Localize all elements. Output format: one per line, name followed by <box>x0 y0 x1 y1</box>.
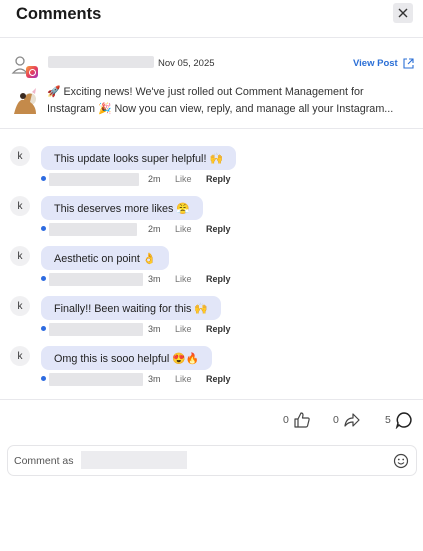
reply-link[interactable]: Reply <box>206 174 231 184</box>
post-author-redacted <box>48 56 154 68</box>
avatar[interactable]: k <box>10 296 30 316</box>
comment-item: k Finally!! Been waiting for this 🙌 3m L… <box>0 296 423 346</box>
avatar[interactable]: k <box>10 346 30 366</box>
post-text-line: Instagram 🎉 Now you can view, reply, and… <box>47 103 394 115</box>
commenter-redacted <box>49 223 137 236</box>
comment-as-label: Comment as <box>14 455 74 467</box>
comments-divider <box>0 399 423 400</box>
post-thumbnail <box>10 86 42 116</box>
post-stats: 0 0 5 <box>0 411 423 433</box>
unread-dot <box>41 276 46 281</box>
comment-bubble: This deserves more likes 😤 <box>41 196 203 220</box>
comments-count: 5 <box>385 414 391 426</box>
close-button[interactable] <box>393 3 413 23</box>
reply-link[interactable]: Reply <box>206 224 231 234</box>
post-summary: Nov 05, 2025 View Post 🚀 Exciting news! … <box>0 46 423 126</box>
comment-item: k This update looks super helpful! 🙌 2m … <box>0 146 423 196</box>
like-link[interactable]: Like <box>175 374 192 384</box>
header-divider <box>0 37 423 38</box>
reply-link[interactable]: Reply <box>206 274 231 284</box>
comment-item: k Aesthetic on point 👌 3m Like Reply <box>0 246 423 296</box>
like-link[interactable]: Like <box>175 324 192 334</box>
comment-time: 3m <box>148 274 161 284</box>
thumbs-up-icon <box>294 412 310 428</box>
share-icon <box>344 413 360 427</box>
unread-dot <box>41 326 46 331</box>
post-text: 🚀 Exciting news! We've just rolled out C… <box>47 84 417 118</box>
emoji-icon[interactable] <box>393 453 409 469</box>
like-link[interactable]: Like <box>175 224 192 234</box>
comment-time: 2m <box>148 224 161 234</box>
comment-bubble: Finally!! Been waiting for this 🙌 <box>41 296 221 320</box>
view-post-link[interactable]: View Post <box>353 58 414 69</box>
shares-count: 0 <box>333 414 339 426</box>
post-divider <box>0 128 423 129</box>
comment-bubble: Omg this is sooo helpful 😍🔥 <box>41 346 213 370</box>
comments-stat[interactable]: 5 <box>385 411 413 429</box>
reply-link[interactable]: Reply <box>206 374 231 384</box>
comment-bubble: Aesthetic on point 👌 <box>41 246 170 270</box>
comment-item: k Omg this is sooo helpful 😍🔥 3m Like Re… <box>0 346 423 396</box>
external-link-icon <box>403 58 414 69</box>
comment-bubble-icon <box>395 412 412 429</box>
page-title: Comments <box>16 5 102 23</box>
unread-dot <box>41 176 46 181</box>
comment-time: 3m <box>148 324 161 334</box>
avatar[interactable]: k <box>10 246 30 266</box>
like-link[interactable]: Like <box>175 174 192 184</box>
shares-stat[interactable]: 0 <box>333 411 361 429</box>
comment-time: 2m <box>148 174 161 184</box>
avatar[interactable]: k <box>10 146 30 166</box>
close-icon <box>398 8 408 18</box>
unread-dot <box>41 226 46 231</box>
comment-item: k This deserves more likes 😤 2m Like Rep… <box>0 196 423 246</box>
like-link[interactable]: Like <box>175 274 192 284</box>
avatar[interactable]: k <box>10 196 30 216</box>
view-post-label: View Post <box>353 58 398 69</box>
reply-link[interactable]: Reply <box>206 324 231 334</box>
comments-header: Comments <box>0 0 423 30</box>
commenter-redacted <box>49 173 139 186</box>
likes-stat[interactable]: 0 <box>283 411 311 429</box>
comment-input-box[interactable]: Comment as <box>7 445 417 476</box>
commenter-redacted <box>49 323 143 336</box>
post-date: Nov 05, 2025 <box>158 58 215 69</box>
commenter-redacted <box>49 373 143 386</box>
account-name-redacted <box>81 451 187 469</box>
unread-dot <box>41 376 46 381</box>
comment-bubble: This update looks super helpful! 🙌 <box>41 146 236 170</box>
post-text-line: 🚀 Exciting news! We've just rolled out C… <box>47 86 364 98</box>
instagram-icon <box>26 66 38 78</box>
commenter-redacted <box>49 273 143 286</box>
likes-count: 0 <box>283 414 289 426</box>
comment-time: 3m <box>148 374 161 384</box>
